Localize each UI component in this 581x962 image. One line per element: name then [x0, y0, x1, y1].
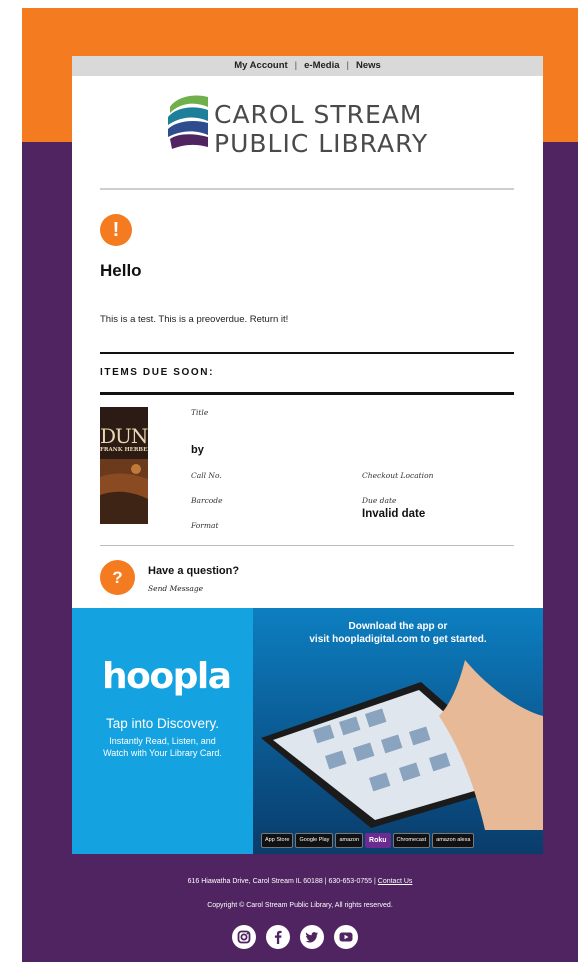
question-heading: Have a question? [148, 565, 240, 577]
hoopla-banner[interactable]: hoopla Tap into Discovery. Instantly Rea… [72, 608, 543, 854]
alert-icon: ! [100, 214, 132, 246]
notice-message: This is a test. This is a preoverdue. Re… [100, 314, 289, 325]
footer-copyright: Copyright © Carol Stream Public Library,… [207, 902, 393, 909]
nav-news-link[interactable]: News [352, 60, 385, 71]
library-logo[interactable]: CAROL STREAM PUBLIC LIBRARY [164, 86, 464, 166]
youtube-glyph-icon [339, 932, 353, 942]
send-message-link[interactable]: Send Message [148, 584, 203, 593]
google-play-badge[interactable]: Google Play [295, 833, 334, 848]
book-cover-title: DUNE [100, 424, 148, 448]
hoopla-tagline: Tap into Discovery. [105, 716, 220, 731]
divider [100, 392, 514, 395]
hoopla-subtext-line-2: Watch with Your Library Card. [103, 748, 222, 758]
library-logo-mark-icon [168, 95, 208, 149]
app-store-badge[interactable]: App Store [261, 833, 294, 848]
format-label: Format [191, 521, 219, 530]
hoopla-cta: Download the app or visit hoopladigital.… [253, 620, 543, 646]
logo-line-2: PUBLIC LIBRARY [214, 129, 429, 158]
hoopla-subtext-line-1: Instantly Read, Listen, and [109, 736, 216, 746]
hoopla-logo: hoopla [102, 656, 232, 697]
hoopla-subtext: Instantly Read, Listen, and Watch with Y… [72, 735, 253, 759]
due-date-value: Invalid date [362, 508, 426, 520]
checkout-location-label: Checkout Location [362, 471, 434, 480]
twitter-icon[interactable] [300, 925, 324, 949]
hoopla-cta-line-1: Download the app or [348, 621, 448, 632]
barcode-label: Barcode [191, 496, 223, 505]
question-icon: ? [100, 560, 135, 595]
facebook-icon[interactable] [266, 925, 290, 949]
nav-my-account-link[interactable]: My Account [230, 60, 291, 71]
title-label: Title [191, 408, 209, 417]
nav-e-media-link[interactable]: e-Media [300, 60, 343, 71]
divider [100, 352, 514, 354]
footer-address: 616 Hiawatha Drive, Carol Stream IL 6018… [22, 878, 578, 885]
due-date-label: Due date [362, 496, 397, 505]
instagram-icon[interactable] [232, 925, 256, 949]
items-due-soon-heading: ITEMS DUE SOON: [100, 367, 215, 378]
book-cover-image[interactable]: DUNE FRANK HERBERT [100, 407, 148, 524]
nav-separator: | [346, 60, 349, 71]
facebook-glyph-icon [274, 930, 282, 944]
contact-us-link[interactable]: Contact Us [378, 878, 413, 885]
amazon-badge[interactable]: amazon [335, 833, 364, 848]
twitter-glyph-icon [305, 932, 318, 943]
instagram-glyph-icon [237, 930, 251, 944]
book-cover-author: FRANK HERBERT [100, 447, 148, 453]
library-logo-text: CAROL STREAM PUBLIC LIBRARY [214, 100, 428, 158]
call-number-label: Call No. [191, 471, 222, 480]
logo-line-1: CAROL STREAM [214, 100, 423, 129]
email-card: My Account | e-Media | News CAROL STREAM PUB… [72, 56, 543, 854]
divider [100, 545, 514, 546]
amazon-alexa-badge[interactable]: amazon alexa [432, 833, 475, 848]
top-navigation: My Account | e-Media | News [72, 56, 543, 76]
by-label: by [191, 444, 204, 456]
nav-separator: | [294, 60, 298, 71]
youtube-icon[interactable] [334, 925, 358, 949]
chromecast-badge[interactable]: Chromecast [392, 833, 431, 848]
hoopla-cta-line-2: visit hoopladigital.com to get started. [309, 634, 487, 645]
hoopla-banner-right: Download the app or visit hoopladigital.… [253, 608, 543, 854]
divider [100, 188, 514, 190]
tablet-illustration-icon [261, 660, 543, 830]
app-store-badges: App Store Google Play amazon Roku Chrome… [261, 833, 475, 848]
roku-badge[interactable]: Roku [365, 833, 391, 848]
hoopla-banner-left: hoopla Tap into Discovery. Instantly Rea… [72, 608, 253, 854]
greeting-heading: Hello [100, 261, 142, 280]
footer-address-text: 616 Hiawatha Drive, Carol Stream IL 6018… [187, 878, 376, 885]
